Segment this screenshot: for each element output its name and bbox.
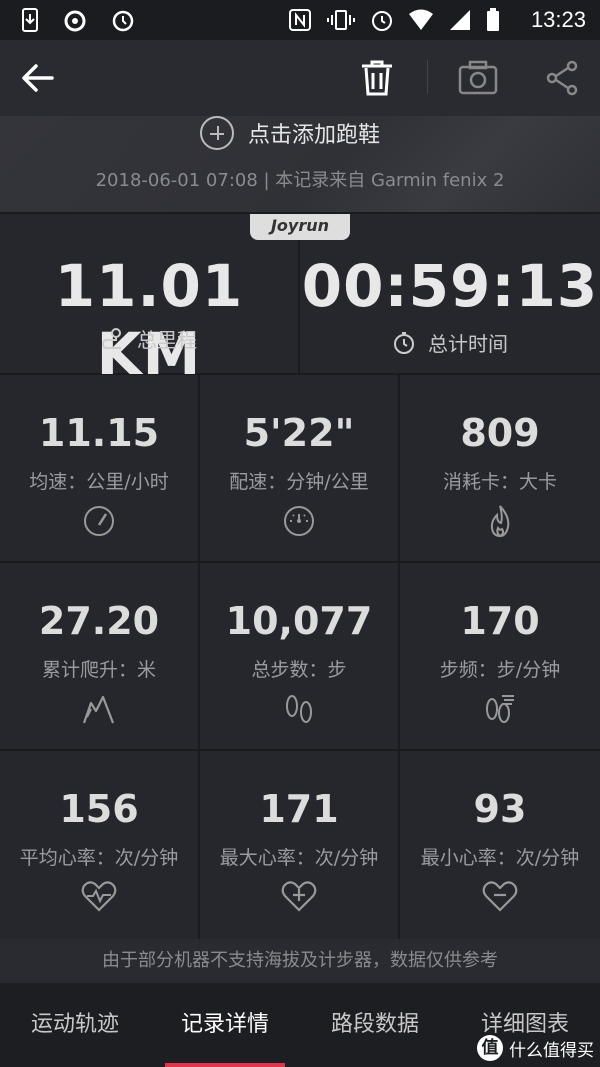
distance-label: 总里程 [137, 328, 197, 352]
bottom-tab-bar: 运动轨迹 记录详情 路段数据 详细图表 值 什么值得买 [0, 983, 600, 1067]
stat-value: 11.15 [38, 411, 160, 455]
stat-value: 171 [259, 787, 339, 831]
status-time: 13:23 [530, 7, 586, 32]
stat-label: 配速：分钟/公里 [229, 471, 369, 493]
nfc-icon [289, 9, 311, 31]
stat-min-heart-rate: 93 最小心率：次/分钟 [400, 751, 600, 939]
heart-plus-icon [281, 881, 317, 912]
stat-value: 27.20 [38, 599, 160, 643]
stat-label: 累计爬升：米 [41, 659, 156, 681]
stats-grid: 11.15 均速：公里/小时 5'22" 配速：分钟/公里 809 消耗卡：大卡… [0, 375, 600, 939]
battery-icon [487, 8, 499, 31]
stat-max-heart-rate: 171 最大心率：次/分钟 [200, 751, 400, 939]
stat-label: 步频：步/分钟 [439, 659, 561, 681]
stat-avg-speed: 11.15 均速：公里/小时 [0, 375, 200, 563]
vibrate-icon [327, 10, 355, 30]
download-notification-icon [22, 8, 38, 32]
plus-circle-icon [200, 116, 234, 150]
speedometer-icon [84, 506, 114, 536]
stat-cadence: 170 步频：步/分钟 [400, 563, 600, 751]
stat-value: 5'22" [243, 411, 355, 455]
record-header: 点击添加跑鞋 2018-06-01 07:08 | 本记录来自 Garmin f… [0, 116, 600, 212]
status-bar: 13:23 [0, 0, 600, 40]
stat-steps: 10,077 总步数：步 [200, 563, 400, 751]
disclaimer-text: 由于部分机器不支持海拔及计步器，数据仅供参考 [0, 939, 600, 983]
app-toolbar [0, 40, 600, 116]
stat-value: 809 [460, 411, 540, 455]
stat-label: 平均心率：次/分钟 [19, 847, 179, 869]
camera-icon[interactable] [458, 60, 498, 96]
tab-split-data[interactable]: 路段数据 [300, 983, 450, 1067]
watermark: 值 什么值得买 [477, 1035, 594, 1061]
distance-value: 11.01 KM [54, 252, 244, 388]
stat-value: 93 [473, 787, 527, 831]
duration-value: 00:59:13 [301, 252, 599, 320]
heart-pulse-icon [81, 881, 117, 912]
trash-icon[interactable] [358, 58, 396, 98]
stat-label: 消耗卡：大卡 [442, 471, 557, 493]
summary-panel: 11.01 KM 总里程 00:59:13 总计时间 Joyrun [0, 212, 600, 388]
stat-calories: 809 消耗卡：大卡 [400, 375, 600, 563]
stat-elevation: 27.20 累计爬升：米 [0, 563, 200, 751]
add-shoe-button[interactable]: 点击添加跑鞋 [200, 116, 380, 150]
back-arrow-icon[interactable] [18, 60, 58, 96]
tab-track[interactable]: 运动轨迹 [0, 983, 150, 1067]
stat-label: 总步数：步 [251, 659, 347, 681]
stat-avg-heart-rate: 156 平均心率：次/分钟 [0, 751, 200, 939]
stat-label: 均速：公里/小时 [29, 471, 169, 493]
stat-label: 最大心率：次/分钟 [219, 847, 379, 869]
add-shoe-label: 点击添加跑鞋 [248, 123, 381, 148]
stopwatch-icon [394, 331, 414, 354]
tab-record-details[interactable]: 记录详情 [150, 983, 300, 1067]
stat-pace: 5'22" 配速：分钟/公里 [200, 375, 400, 563]
flame-icon [490, 505, 510, 538]
cadence-icon [486, 695, 514, 723]
record-meta: 2018-06-01 07:08 | 本记录来自 Garmin fenix 2 [95, 170, 505, 191]
heart-minus-icon [482, 881, 518, 912]
gauge-icon [284, 506, 314, 536]
stat-value: 10,077 [225, 599, 373, 643]
wifi-icon [409, 9, 433, 30]
alarm-icon [372, 11, 392, 31]
share-icon[interactable] [544, 60, 580, 96]
brand-tag: Joyrun [250, 214, 350, 240]
stat-value: 170 [460, 599, 540, 643]
watermark-text: 什么值得买 [509, 1040, 594, 1061]
footprints-icon [286, 695, 312, 723]
route-icon [101, 327, 121, 349]
app-notification-icon [64, 10, 86, 32]
duration-label: 总计时间 [428, 332, 508, 356]
mountain-icon [82, 695, 115, 724]
stat-value: 156 [59, 787, 139, 831]
toolbar-divider [427, 60, 428, 94]
stat-label: 最小心率：次/分钟 [420, 847, 580, 869]
watermark-logo: 值 [477, 1035, 503, 1061]
cellular-signal-icon [450, 10, 470, 30]
alarm-notification-icon [112, 10, 134, 32]
